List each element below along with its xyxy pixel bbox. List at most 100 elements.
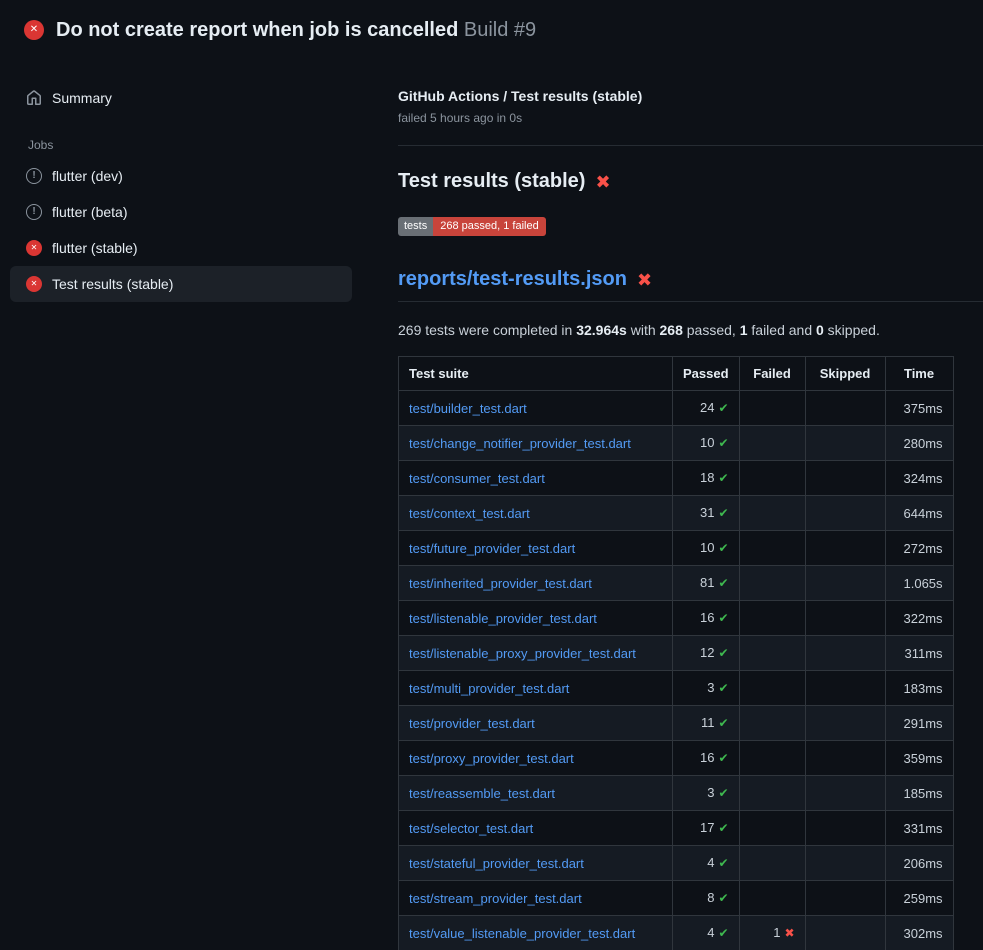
sidebar-item-summary[interactable]: Summary bbox=[10, 80, 352, 116]
passed-cell-value: 16 bbox=[700, 610, 714, 625]
failed-cell bbox=[739, 426, 805, 461]
table-row: test/selector_test.dart17✔331ms bbox=[399, 811, 954, 846]
skipped-cell bbox=[805, 671, 885, 706]
summary-text: 269 tests were completed in bbox=[398, 322, 576, 338]
time-cell: 183ms bbox=[885, 671, 953, 706]
suite-link[interactable]: test/listenable_provider_test.dart bbox=[409, 611, 597, 626]
sidebar-item-flutter-dev[interactable]: !flutter (dev) bbox=[10, 158, 352, 194]
table-row: test/consumer_test.dart18✔324ms bbox=[399, 461, 954, 496]
skipped-cell bbox=[805, 776, 885, 811]
suite-link[interactable]: test/stream_provider_test.dart bbox=[409, 891, 582, 906]
failed-cell bbox=[739, 811, 805, 846]
column-header: Failed bbox=[739, 357, 805, 391]
check-icon: ✔ bbox=[718, 576, 728, 590]
suite-link[interactable]: test/reassemble_test.dart bbox=[409, 786, 555, 801]
summary-duration: 32.964s bbox=[576, 322, 627, 338]
passed-cell-value: 4 bbox=[707, 925, 714, 940]
failed-x-icon: ✖ bbox=[595, 173, 610, 191]
check-icon: ✔ bbox=[718, 611, 728, 625]
sidebar-item-flutter-stable[interactable]: ✕ flutter (stable) bbox=[10, 230, 352, 266]
check-icon: ✔ bbox=[718, 506, 728, 520]
failed-cell bbox=[739, 496, 805, 531]
badge-label: tests bbox=[398, 217, 433, 236]
suite-cell: test/multi_provider_test.dart bbox=[399, 671, 673, 706]
passed-cell: 81✔ bbox=[673, 566, 740, 601]
main-content: GitHub Actions / Test results (stable) f… bbox=[372, 56, 983, 950]
failed-cell bbox=[739, 601, 805, 636]
table-header-row: Test suitePassedFailedSkippedTime bbox=[399, 357, 954, 391]
suite-link[interactable]: test/stateful_provider_test.dart bbox=[409, 856, 584, 871]
suite-link[interactable]: test/change_notifier_provider_test.dart bbox=[409, 436, 631, 451]
check-icon: ✔ bbox=[718, 436, 728, 450]
suite-cell: test/inherited_provider_test.dart bbox=[399, 566, 673, 601]
suite-link[interactable]: test/listenable_proxy_provider_test.dart bbox=[409, 646, 636, 661]
sidebar-item-label: Summary bbox=[52, 90, 112, 106]
suite-link[interactable]: test/inherited_provider_test.dart bbox=[409, 576, 592, 591]
build-number: Build #9 bbox=[464, 19, 536, 41]
passed-cell-value: 3 bbox=[707, 785, 714, 800]
suite-link[interactable]: test/selector_test.dart bbox=[409, 821, 533, 836]
passed-cell: 8✔ bbox=[673, 881, 740, 916]
suite-cell: test/stream_provider_test.dart bbox=[399, 881, 673, 916]
suite-link[interactable]: test/consumer_test.dart bbox=[409, 471, 545, 486]
skipped-cell bbox=[805, 706, 885, 741]
skipped-cell bbox=[805, 741, 885, 776]
suite-cell: test/reassemble_test.dart bbox=[399, 776, 673, 811]
divider bbox=[398, 145, 983, 146]
time-cell: 280ms bbox=[885, 426, 953, 461]
passed-cell-value: 12 bbox=[700, 645, 714, 660]
suite-link[interactable]: test/builder_test.dart bbox=[409, 401, 527, 416]
failed-cell bbox=[739, 706, 805, 741]
summary-line: 269 tests were completed in 32.964s with… bbox=[398, 322, 983, 338]
check-icon: ✔ bbox=[718, 891, 728, 905]
passed-cell-value: 17 bbox=[700, 820, 714, 835]
failed-cell bbox=[739, 741, 805, 776]
suite-link[interactable]: test/value_listenable_provider_test.dart bbox=[409, 926, 635, 941]
column-header: Time bbox=[885, 357, 953, 391]
suite-link[interactable]: test/provider_test.dart bbox=[409, 716, 535, 731]
skipped-cell bbox=[805, 636, 885, 671]
suite-link[interactable]: test/multi_provider_test.dart bbox=[409, 681, 569, 696]
passed-cell-value: 18 bbox=[700, 470, 714, 485]
time-cell: 644ms bbox=[885, 496, 953, 531]
badge-value: 268 passed, 1 failed bbox=[433, 217, 545, 236]
table-row: test/builder_test.dart24✔375ms bbox=[399, 391, 954, 426]
suite-link[interactable]: test/future_provider_test.dart bbox=[409, 541, 575, 556]
section-title: Test results (stable) ✖ bbox=[398, 170, 983, 193]
table-row: test/provider_test.dart11✔291ms bbox=[399, 706, 954, 741]
column-header: Test suite bbox=[399, 357, 673, 391]
passed-cell: 17 ✔ bbox=[673, 811, 740, 846]
skipped-cell bbox=[805, 566, 885, 601]
check-icon: ✔ bbox=[718, 401, 728, 415]
table-row: test/context_test.dart31✔644ms bbox=[399, 496, 954, 531]
check-icon: ✔ bbox=[718, 786, 728, 800]
x-circle-icon: ✕ bbox=[26, 240, 42, 256]
skipped-cell bbox=[805, 391, 885, 426]
breadcrumb: GitHub Actions / Test results (stable) bbox=[398, 88, 983, 104]
suite-cell: test/selector_test.dart bbox=[399, 811, 673, 846]
failed-cell bbox=[739, 671, 805, 706]
time-cell: 311ms bbox=[885, 636, 953, 671]
suite-link[interactable]: test/proxy_provider_test.dart bbox=[409, 751, 574, 766]
time-cell: 359ms bbox=[885, 741, 953, 776]
summary-text: skipped. bbox=[824, 322, 880, 338]
sidebar-item-label: flutter (stable) bbox=[52, 240, 138, 256]
passed-cell: 18✔ bbox=[673, 461, 740, 496]
table-body: test/builder_test.dart24✔375ms test/chang… bbox=[399, 391, 954, 950]
suite-link[interactable]: test/context_test.dart bbox=[409, 506, 530, 521]
check-icon: ✔ bbox=[718, 716, 728, 730]
table-row: test/inherited_provider_test.dart81✔1.06… bbox=[399, 566, 954, 601]
sidebar-item-test-results-stable[interactable]: ✕Test results (stable) bbox=[10, 266, 352, 302]
passed-cell: 16✔ bbox=[673, 741, 740, 776]
passed-cell: 3✔ bbox=[673, 776, 740, 811]
check-icon: ✔ bbox=[718, 926, 728, 940]
failed-cell: 1✖ bbox=[739, 916, 805, 950]
passed-cell: 16 ✔ bbox=[673, 601, 740, 636]
stop-circle-icon: ! bbox=[26, 204, 42, 220]
time-cell: 185ms bbox=[885, 776, 953, 811]
report-link[interactable]: reports/test-results.json bbox=[398, 268, 627, 291]
table-row: test/value_listenable_provider_test.dart… bbox=[399, 916, 954, 950]
check-icon: ✔ bbox=[718, 821, 728, 835]
sidebar-item-flutter-beta[interactable]: !flutter (beta) bbox=[10, 194, 352, 230]
passed-cell: 4✔ bbox=[673, 916, 740, 950]
